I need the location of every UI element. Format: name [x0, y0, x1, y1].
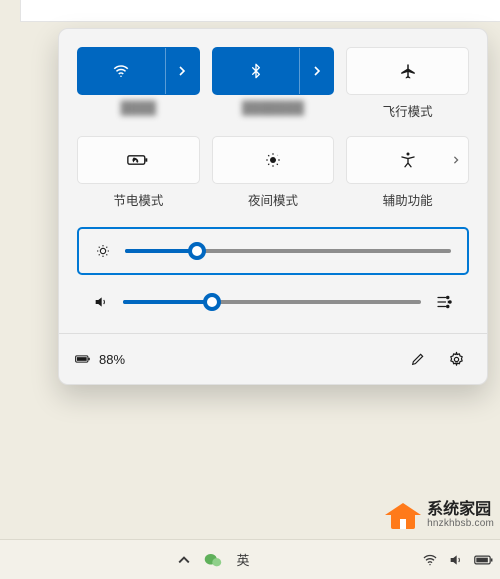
- background-window: [20, 0, 500, 22]
- quick-settings-tiles: ████ ███████ 飞行模式: [77, 47, 469, 219]
- wifi-label: ████: [121, 101, 156, 117]
- battery-icon: [75, 351, 91, 367]
- wifi-icon: [112, 62, 130, 80]
- brightness-fill: [125, 249, 197, 253]
- brightness-slider-row: [77, 227, 469, 275]
- wifi-icon: [422, 552, 438, 568]
- volume-icon: [448, 552, 464, 568]
- night-light-tile[interactable]: [212, 136, 335, 184]
- panel-footer: 88%: [59, 333, 487, 384]
- volume-thumb[interactable]: [203, 293, 221, 311]
- tray-volume[interactable]: [448, 552, 464, 568]
- wechat-icon: [204, 552, 222, 568]
- sound-output-icon[interactable]: [435, 293, 453, 311]
- wifi-toggle[interactable]: [78, 48, 165, 94]
- accessibility-label: 辅助功能: [383, 190, 433, 209]
- chevron-right-icon: [312, 66, 322, 76]
- bluetooth-tile[interactable]: [212, 47, 335, 95]
- airplane-icon: [399, 62, 417, 80]
- tray-wechat-icon[interactable]: [204, 552, 222, 568]
- brightness-icon: [95, 243, 111, 259]
- watermark-url: hnzkhbsb.com: [427, 518, 494, 529]
- chevron-up-icon: [178, 554, 190, 566]
- ime-indicator[interactable]: 英: [236, 550, 249, 569]
- pencil-icon: [410, 351, 426, 367]
- accessibility-tile[interactable]: [346, 136, 469, 184]
- night-light-icon: [264, 151, 282, 169]
- wifi-expand[interactable]: [165, 48, 199, 94]
- brightness-slider[interactable]: [125, 249, 451, 253]
- accessibility-icon: [399, 151, 417, 169]
- airplane-mode-label: 飞行模式: [383, 101, 433, 120]
- system-tray: [422, 552, 494, 568]
- volume-slider-row: [77, 279, 469, 325]
- bluetooth-expand[interactable]: [299, 48, 333, 94]
- night-light-label: 夜间模式: [248, 190, 298, 209]
- volume-fill: [123, 300, 212, 304]
- watermark: 系统家园 hnzkhbsb.com: [385, 497, 494, 533]
- tray-battery[interactable]: [474, 553, 494, 567]
- sliders: [77, 227, 469, 325]
- battery-saver-label: 节电模式: [113, 190, 163, 209]
- taskbar-center: 英: [6, 550, 422, 569]
- settings-button[interactable]: [441, 344, 471, 374]
- brightness-thumb[interactable]: [188, 242, 206, 260]
- bluetooth-toggle[interactable]: [213, 48, 300, 94]
- watermark-title: 系统家园: [427, 501, 494, 519]
- tray-overflow-button[interactable]: [178, 554, 190, 566]
- gear-icon: [448, 351, 465, 368]
- tray-wifi[interactable]: [422, 552, 438, 568]
- edit-quick-settings-button[interactable]: [403, 344, 433, 374]
- accessibility-expand-icon: [452, 156, 460, 164]
- battery-saver-tile[interactable]: [77, 136, 200, 184]
- battery-icon: [474, 553, 494, 567]
- volume-icon: [93, 294, 109, 310]
- bluetooth-icon: [248, 62, 264, 80]
- battery-percentage: 88%: [99, 352, 125, 367]
- wifi-tile[interactable]: [77, 47, 200, 95]
- volume-slider[interactable]: [123, 300, 421, 304]
- quick-settings-panel: ████ ███████ 飞行模式: [58, 28, 488, 385]
- chevron-right-icon: [177, 66, 187, 76]
- airplane-mode-tile[interactable]: [346, 47, 469, 95]
- taskbar: 英: [0, 539, 500, 579]
- bluetooth-label: ███████: [242, 101, 304, 117]
- battery-saver-icon: [127, 152, 149, 168]
- watermark-logo-icon: [385, 497, 421, 533]
